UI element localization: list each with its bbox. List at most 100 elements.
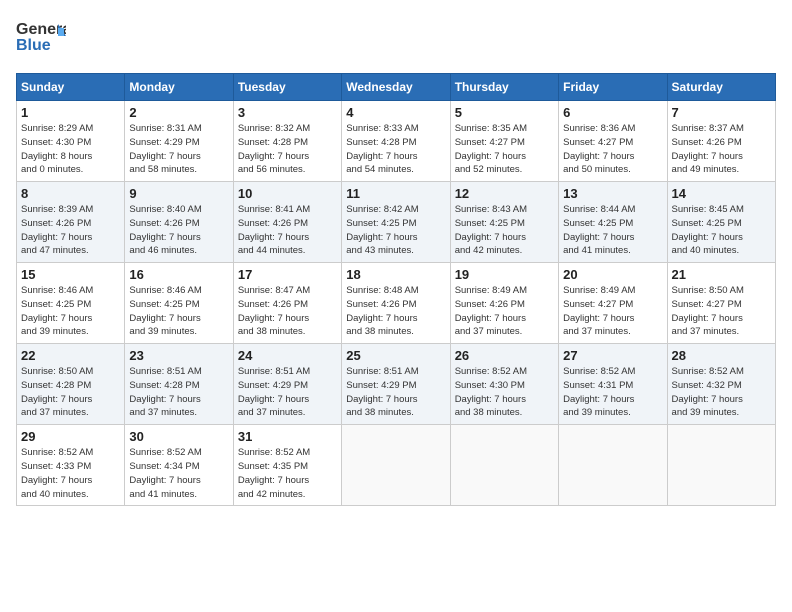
calendar-cell: 11Sunrise: 8:42 AMSunset: 4:25 PMDayligh… [342, 182, 450, 263]
calendar-cell: 22 Sunrise: 8:50 AMSunset: 4:28 PMDayligh… [17, 344, 125, 425]
day-info: Sunrise: 8:51 AMSunset: 4:29 PMDaylight:… [238, 365, 337, 420]
day-info: Sunrise: 8:45 AMSunset: 4:25 PMDaylight:… [672, 203, 771, 258]
day-info: Sunrise: 8:52 AMSunset: 4:30 PMDaylight:… [455, 365, 554, 420]
calendar-cell: 27 Sunrise: 8:52 AMSunset: 4:31 PMDayligh… [559, 344, 667, 425]
calendar-cell [667, 425, 775, 506]
day-info: Sunrise: 8:52 AMSunset: 4:32 PMDaylight:… [672, 365, 771, 420]
calendar-cell: 18 Sunrise: 8:48 AMSunset: 4:26 PMDayligh… [342, 263, 450, 344]
day-info: Sunrise: 8:47 AMSunset: 4:26 PMDaylight:… [238, 284, 337, 339]
day-info: Sunrise: 8:52 AMSunset: 4:33 PMDaylight:… [21, 446, 120, 501]
calendar-table: SundayMondayTuesdayWednesdayThursdayFrid… [16, 73, 776, 506]
day-number: 9 [129, 186, 228, 201]
day-info: Sunrise: 8:49 AMSunset: 4:26 PMDaylight:… [455, 284, 554, 339]
day-info: Sunrise: 8:52 AMSunset: 4:35 PMDaylight:… [238, 446, 337, 501]
header-row: SundayMondayTuesdayWednesdayThursdayFrid… [17, 74, 776, 101]
calendar-cell: 1 Sunrise: 8:29 AMSunset: 4:30 PMDaylight… [17, 101, 125, 182]
day-number: 28 [672, 348, 771, 363]
calendar-cell: 24Sunrise: 8:51 AMSunset: 4:29 PMDayligh… [233, 344, 341, 425]
day-number: 27 [563, 348, 662, 363]
calendar-cell: 8 Sunrise: 8:39 AMSunset: 4:26 PMDaylight… [17, 182, 125, 263]
day-number: 26 [455, 348, 554, 363]
calendar-cell: 13 Sunrise: 8:44 AMSunset: 4:25 PMDayligh… [559, 182, 667, 263]
day-number: 12 [455, 186, 554, 201]
calendar-cell: 15Sunrise: 8:46 AMSunset: 4:25 PMDayligh… [17, 263, 125, 344]
day-info: Sunrise: 8:51 AMSunset: 4:28 PMDaylight:… [129, 365, 228, 420]
day-info: Sunrise: 8:48 AMSunset: 4:26 PMDaylight:… [346, 284, 445, 339]
calendar-cell: 31 Sunrise: 8:52 AMSunset: 4:35 PMDayligh… [233, 425, 341, 506]
week-row-5: 29 Sunrise: 8:52 AMSunset: 4:33 PMDayligh… [17, 425, 776, 506]
week-row-4: 22 Sunrise: 8:50 AMSunset: 4:28 PMDayligh… [17, 344, 776, 425]
day-info: Sunrise: 8:29 AMSunset: 4:30 PMDaylight:… [21, 122, 120, 177]
calendar-cell [342, 425, 450, 506]
calendar-cell [450, 425, 558, 506]
col-header-wednesday: Wednesday [342, 74, 450, 101]
day-info: Sunrise: 8:46 AMSunset: 4:25 PMDaylight:… [129, 284, 228, 339]
calendar-cell: 29 Sunrise: 8:52 AMSunset: 4:33 PMDayligh… [17, 425, 125, 506]
day-number: 14 [672, 186, 771, 201]
col-header-saturday: Saturday [667, 74, 775, 101]
day-info: Sunrise: 8:31 AMSunset: 4:29 PMDaylight:… [129, 122, 228, 177]
day-info: Sunrise: 8:51 AMSunset: 4:29 PMDaylight:… [346, 365, 445, 420]
day-number: 7 [672, 105, 771, 120]
calendar-cell: 20 Sunrise: 8:49 AMSunset: 4:27 PMDayligh… [559, 263, 667, 344]
day-number: 16 [129, 267, 228, 282]
day-number: 5 [455, 105, 554, 120]
day-number: 13 [563, 186, 662, 201]
day-info: Sunrise: 8:35 AMSunset: 4:27 PMDaylight:… [455, 122, 554, 177]
day-number: 22 [21, 348, 120, 363]
svg-text:Blue: Blue [16, 37, 51, 54]
logo: General Blue [16, 16, 66, 67]
calendar-cell: 21 Sunrise: 8:50 AMSunset: 4:27 PMDayligh… [667, 263, 775, 344]
day-number: 23 [129, 348, 228, 363]
day-number: 15 [21, 267, 120, 282]
day-number: 30 [129, 429, 228, 444]
week-row-3: 15 Sunrise: 8:46 AMSunset: 4:25 PMDayligh… [17, 263, 776, 344]
day-number: 29 [21, 429, 120, 444]
calendar-cell: 25Sunrise: 8:51 AMSunset: 4:29 PMDayligh… [342, 344, 450, 425]
calendar-cell: 10Sunrise: 8:41 AMSunset: 4:26 PMDayligh… [233, 182, 341, 263]
day-number: 6 [563, 105, 662, 120]
day-info: Sunrise: 8:39 AMSunset: 4:26 PMDaylight:… [21, 203, 120, 258]
calendar-cell: 16 Sunrise: 8:46 AMSunset: 4:25 PMDayligh… [125, 263, 233, 344]
day-info: Sunrise: 8:52 AMSunset: 4:31 PMDaylight:… [563, 365, 662, 420]
calendar-cell: 30 Sunrise: 8:52 AMSunset: 4:34 PMDayligh… [125, 425, 233, 506]
calendar-cell: 19 Sunrise: 8:49 AMSunset: 4:26 PMDayligh… [450, 263, 558, 344]
calendar-cell [559, 425, 667, 506]
day-number: 1 [21, 105, 120, 120]
calendar-cell: 17 Sunrise: 8:47 AMSunset: 4:26 PMDayligh… [233, 263, 341, 344]
day-number: 8 [21, 186, 120, 201]
day-info: Sunrise: 8:40 AMSunset: 4:26 PMDaylight:… [129, 203, 228, 258]
col-header-thursday: Thursday [450, 74, 558, 101]
day-number: 10 [238, 186, 337, 201]
day-info: Sunrise: 8:37 AMSunset: 4:26 PMDaylight:… [672, 122, 771, 177]
day-number: 19 [455, 267, 554, 282]
day-info: Sunrise: 8:44 AMSunset: 4:25 PMDaylight:… [563, 203, 662, 258]
day-number: 2 [129, 105, 228, 120]
day-info: Sunrise: 8:32 AMSunset: 4:28 PMDaylight:… [238, 122, 337, 177]
day-info: Sunrise: 8:52 AMSunset: 4:34 PMDaylight:… [129, 446, 228, 501]
day-info: Sunrise: 8:36 AMSunset: 4:27 PMDaylight:… [563, 122, 662, 177]
day-number: 20 [563, 267, 662, 282]
calendar-cell: 3Sunrise: 8:32 AMSunset: 4:28 PMDaylight… [233, 101, 341, 182]
day-info: Sunrise: 8:50 AMSunset: 4:28 PMDaylight:… [21, 365, 120, 420]
day-number: 4 [346, 105, 445, 120]
day-info: Sunrise: 8:49 AMSunset: 4:27 PMDaylight:… [563, 284, 662, 339]
col-header-monday: Monday [125, 74, 233, 101]
day-number: 17 [238, 267, 337, 282]
calendar-cell: 28 Sunrise: 8:52 AMSunset: 4:32 PMDayligh… [667, 344, 775, 425]
calendar-cell: 12Sunrise: 8:43 AMSunset: 4:25 PMDayligh… [450, 182, 558, 263]
day-info: Sunrise: 8:50 AMSunset: 4:27 PMDaylight:… [672, 284, 771, 339]
day-number: 21 [672, 267, 771, 282]
calendar-cell: 5 Sunrise: 8:35 AMSunset: 4:27 PMDaylight… [450, 101, 558, 182]
day-info: Sunrise: 8:33 AMSunset: 4:28 PMDaylight:… [346, 122, 445, 177]
calendar-cell: 14 Sunrise: 8:45 AMSunset: 4:25 PMDayligh… [667, 182, 775, 263]
calendar-cell: 4 Sunrise: 8:33 AMSunset: 4:28 PMDaylight… [342, 101, 450, 182]
col-header-sunday: Sunday [17, 74, 125, 101]
calendar-cell: 23 Sunrise: 8:51 AMSunset: 4:28 PMDayligh… [125, 344, 233, 425]
day-number: 18 [346, 267, 445, 282]
logo-icon: General Blue [16, 16, 66, 62]
day-info: Sunrise: 8:42 AMSunset: 4:25 PMDaylight:… [346, 203, 445, 258]
day-number: 31 [238, 429, 337, 444]
calendar-cell: 26 Sunrise: 8:52 AMSunset: 4:30 PMDayligh… [450, 344, 558, 425]
calendar-cell: 6 Sunrise: 8:36 AMSunset: 4:27 PMDaylight… [559, 101, 667, 182]
